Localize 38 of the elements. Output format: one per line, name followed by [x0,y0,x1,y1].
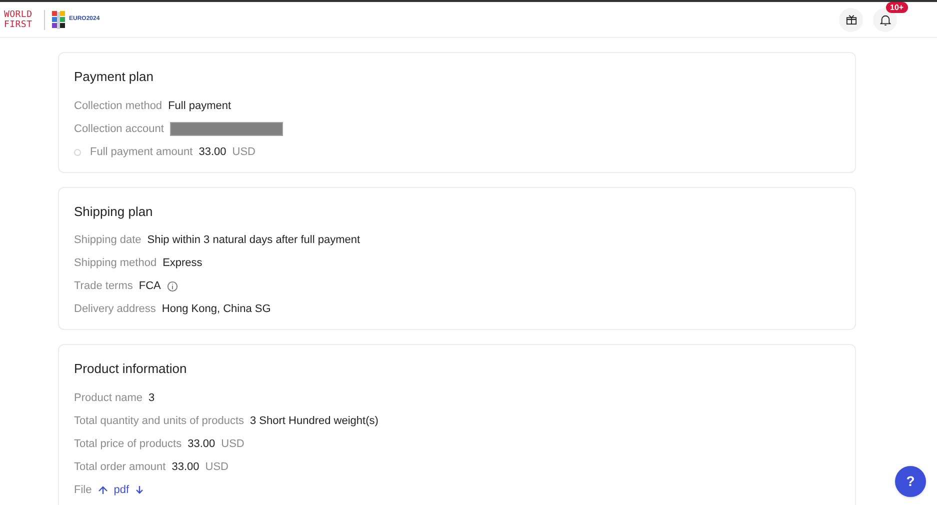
section-title: Shipping plan [74,202,154,221]
field-label: Trade terms [74,279,133,294]
field-value: FCA [138,279,161,294]
field-value: Hong Kong, China SG [162,302,271,318]
field-label: Collection method [74,98,162,114]
help-button[interactable]: ? [895,466,926,497]
info-icon[interactable] [166,281,178,292]
brand-logo[interactable]: WORLD FIRST [4,10,38,30]
field-value: 33.00 [188,436,216,452]
download-icon[interactable] [135,485,144,495]
notification-badge: 10+ [886,2,908,12]
field-label: Total price of products [74,436,182,452]
bell-icon [880,14,890,26]
field-label: Full payment amount [90,144,193,160]
field-value: 3 [148,390,155,406]
section-title: Product information [74,360,188,378]
currency-unit: USD [232,144,256,160]
field-value: 33.00 [198,144,226,160]
field-label: Total order amount [74,460,166,475]
field-label: Product name [74,390,142,406]
field-label: Collection account [74,122,164,137]
field-label: Shipping method [74,256,157,272]
field-label: File [74,482,92,498]
field-value: 33.00 [172,460,200,475]
gift-icon [846,14,856,25]
field-value: Full payment [168,98,232,114]
currency-unit: USD [221,436,244,452]
radio-button[interactable] [74,148,81,156]
field-label: Total quantity and units of products [74,414,244,429]
field-value: Ship within 3 natural days after full payment [147,233,360,248]
section-title: Payment plan [74,68,154,86]
gift-button[interactable] [839,8,863,32]
field-value: Express [162,256,202,272]
currency-unit: USD [205,460,228,475]
file-link[interactable]: pdf [114,482,130,498]
field-value: 3 Short Hundred weight(s) [250,414,378,429]
field-label: Shipping date [74,233,142,248]
field-label: Delivery address [74,302,156,318]
